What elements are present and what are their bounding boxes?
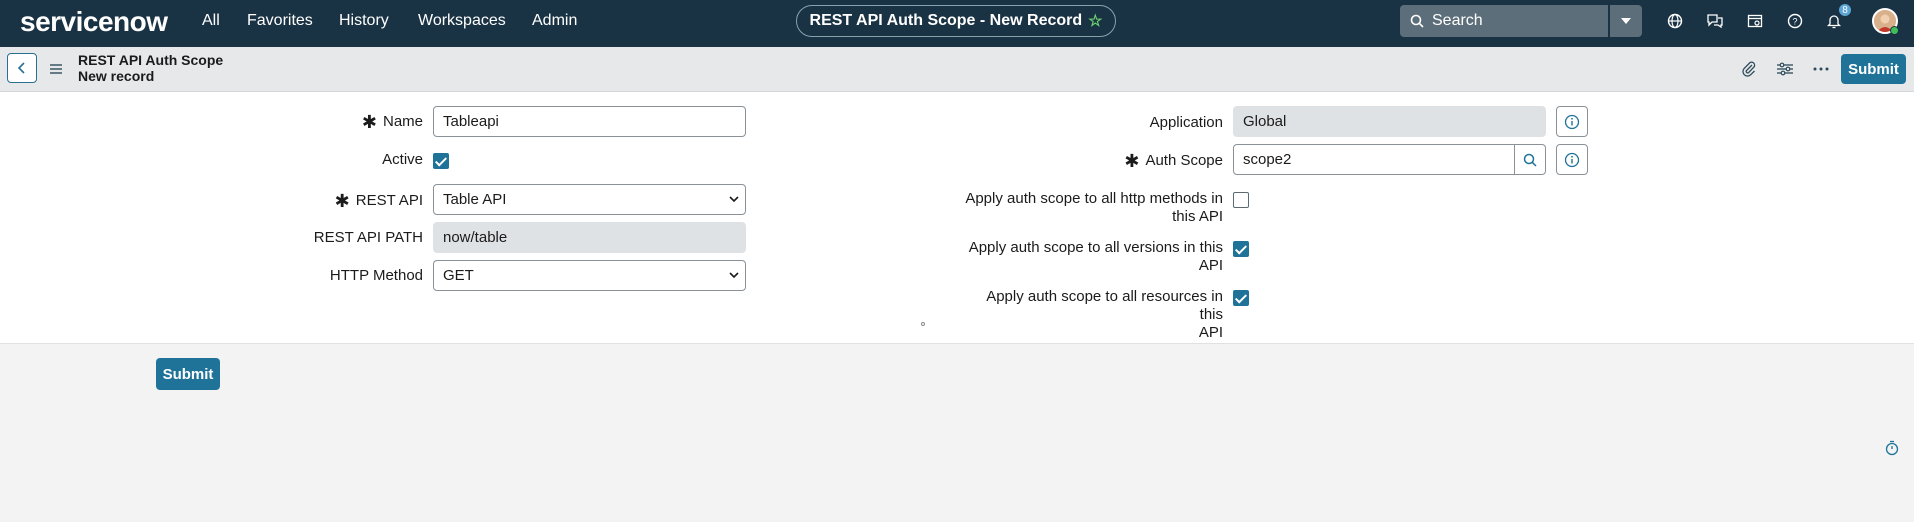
required-asterisk-icon: ✱ xyxy=(1124,151,1140,171)
apply-resources-label: Apply auth scope to all resources in thi… xyxy=(986,288,1223,341)
name-label: ✱ Name xyxy=(361,112,423,132)
chevron-down-icon xyxy=(729,196,739,203)
presence-indicator xyxy=(1890,26,1899,35)
auth-scope-info-button[interactable] xyxy=(1556,144,1588,175)
context-menu-icon[interactable] xyxy=(50,61,62,78)
nav-all[interactable]: All xyxy=(202,12,220,30)
top-navigation-bar: servicenow All Favorites History Workspa… xyxy=(0,0,1914,47)
back-button[interactable] xyxy=(7,53,37,83)
globe-icon[interactable] xyxy=(1665,11,1685,31)
active-checkbox[interactable] xyxy=(433,153,449,169)
info-icon xyxy=(1564,152,1580,167)
global-search[interactable]: Search xyxy=(1400,5,1608,37)
submit-button-top[interactable]: Submit xyxy=(1841,54,1906,84)
chevron-left-icon xyxy=(17,62,25,74)
http-method-selected-value: GET xyxy=(443,267,474,284)
application-label: Application xyxy=(1149,114,1223,131)
search-placeholder: Search xyxy=(1432,12,1483,29)
svg-text:?: ? xyxy=(1792,17,1797,27)
page-title: REST API Auth Scope - New Record xyxy=(809,12,1083,29)
favorite-star-icon[interactable]: ☆ xyxy=(1088,11,1102,31)
stopwatch-icon[interactable] xyxy=(1885,440,1899,460)
page-title-pill[interactable]: REST API Auth Scope - New Record ☆ xyxy=(796,5,1116,37)
required-asterisk-icon: ✱ xyxy=(334,191,350,211)
record-title: REST API Auth Scope xyxy=(78,52,224,68)
auth-scope-field[interactable]: scope2 xyxy=(1233,144,1515,175)
submit-button-bottom[interactable]: Submit xyxy=(156,358,220,390)
info-icon xyxy=(1564,114,1580,129)
application-info-button[interactable] xyxy=(1556,106,1588,137)
search-scope-dropdown[interactable] xyxy=(1610,5,1642,37)
rest-api-select[interactable]: Table API xyxy=(433,184,746,215)
nav-history[interactable]: History xyxy=(339,12,389,30)
active-label: Active xyxy=(382,151,423,168)
apply-http-methods-checkbox[interactable] xyxy=(1233,192,1249,208)
apply-versions-checkbox[interactable] xyxy=(1233,241,1249,257)
search-icon xyxy=(1410,14,1424,28)
help-icon[interactable]: ? xyxy=(1785,11,1805,31)
caret-down-icon xyxy=(1621,18,1631,24)
rest-api-path-field: now/table xyxy=(433,222,746,253)
apply-versions-label: Apply auth scope to all versions in this… xyxy=(968,239,1223,274)
search-icon xyxy=(1523,153,1537,167)
nav-admin[interactable]: Admin xyxy=(532,12,577,30)
application-field: Global xyxy=(1233,106,1546,137)
resize-handle[interactable] xyxy=(921,322,925,326)
apply-resources-checkbox[interactable] xyxy=(1233,290,1249,306)
rest-api-label: ✱ REST API xyxy=(334,191,423,211)
notification-badge: 8 xyxy=(1838,3,1852,17)
nav-favorites[interactable]: Favorites xyxy=(247,12,313,30)
rest-api-path-label: REST API PATH xyxy=(313,229,423,246)
personalize-form-icon[interactable] xyxy=(1775,59,1795,79)
chat-icon[interactable] xyxy=(1705,11,1725,31)
servicenow-logo[interactable]: servicenow xyxy=(20,6,168,38)
attachment-icon[interactable] xyxy=(1739,59,1759,79)
auth-scope-label: ✱ Auth Scope xyxy=(1124,151,1223,171)
http-method-select[interactable]: GET xyxy=(433,260,746,291)
rest-api-selected-value: Table API xyxy=(443,191,507,208)
record-subtitle: New record xyxy=(78,68,155,84)
chevron-down-icon xyxy=(729,272,739,279)
studio-icon[interactable] xyxy=(1745,11,1765,31)
name-field[interactable]: Tableapi xyxy=(433,106,746,137)
required-asterisk-icon: ✱ xyxy=(361,112,377,132)
nav-workspaces[interactable]: Workspaces xyxy=(418,12,506,30)
apply-http-methods-label: Apply auth scope to all http methods in t… xyxy=(965,190,1223,225)
record-header: REST API Auth Scope New record Submit xyxy=(0,47,1914,92)
auth-scope-lookup-button[interactable] xyxy=(1515,144,1546,175)
http-method-label: HTTP Method xyxy=(329,267,423,284)
more-options-icon[interactable] xyxy=(1811,59,1831,79)
record-form: ✱ Name Tableapi Active ✱ REST API Table AP… xyxy=(0,92,1914,344)
